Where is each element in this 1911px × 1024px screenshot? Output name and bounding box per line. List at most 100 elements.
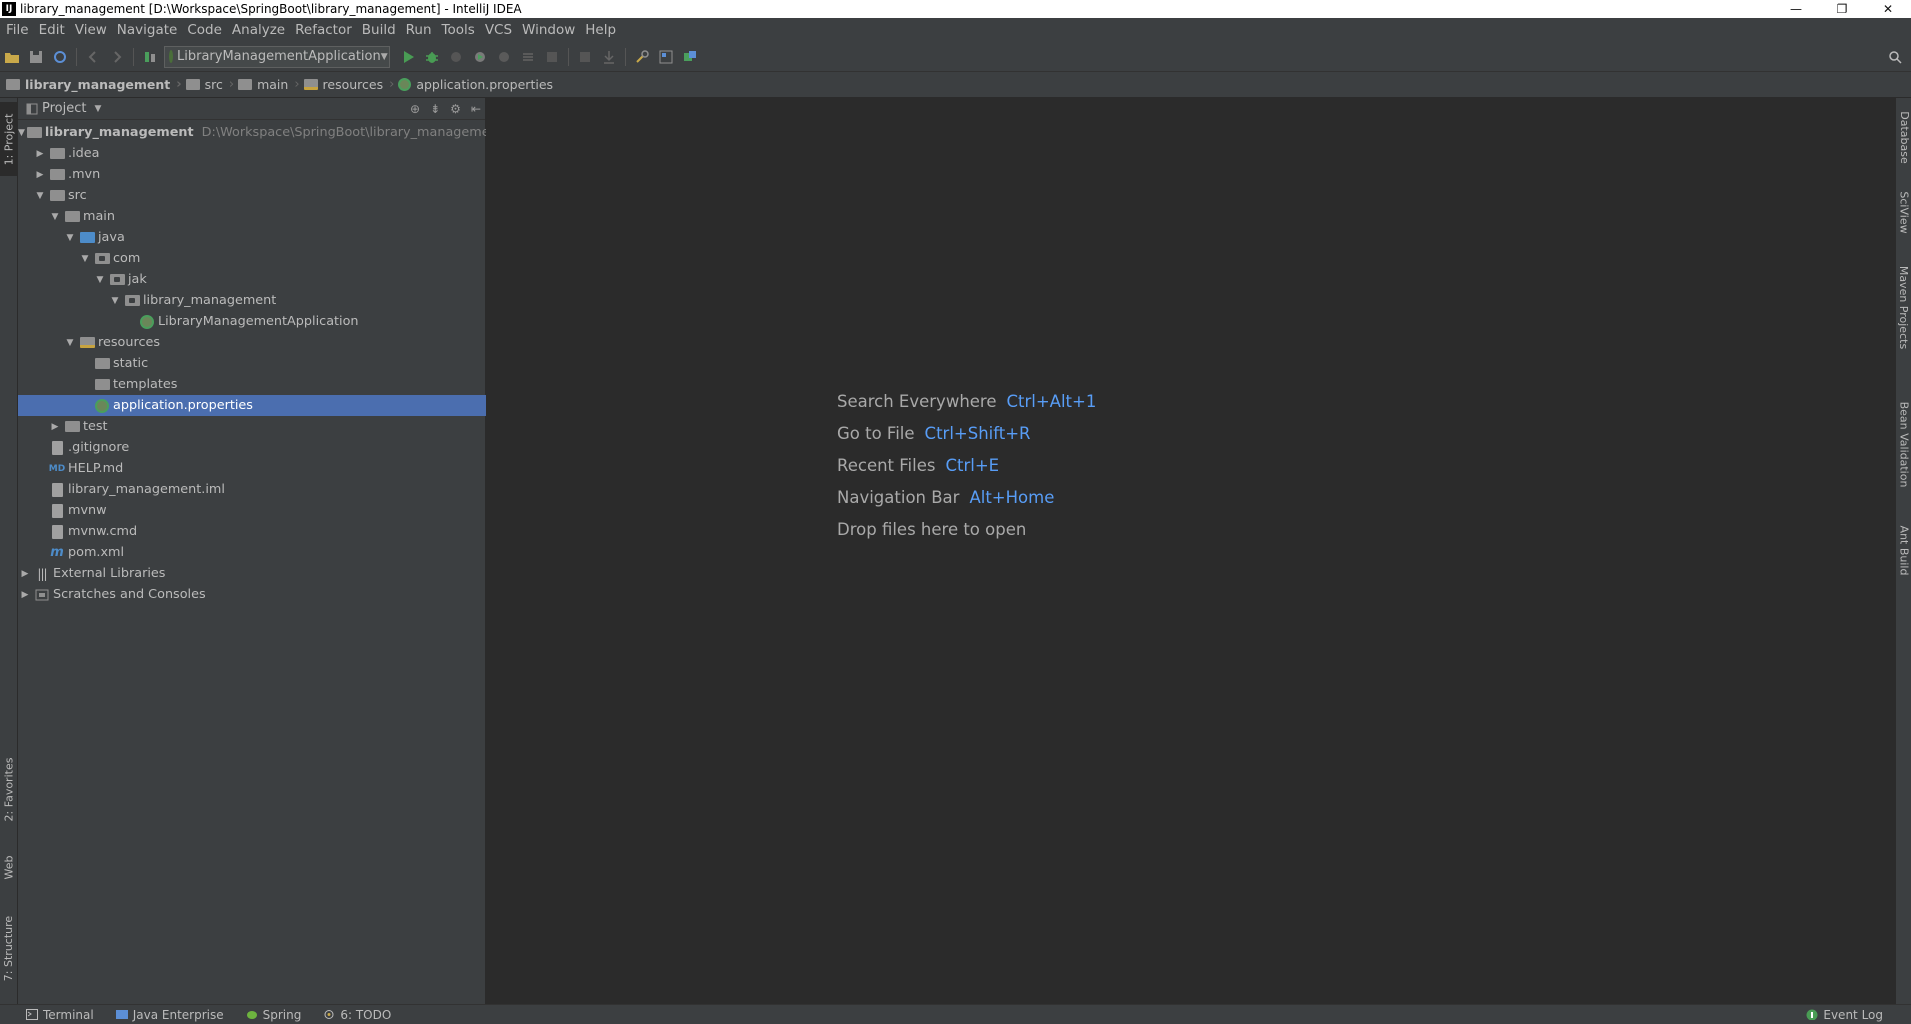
rerun-icon[interactable] bbox=[519, 48, 537, 66]
tree-item-jak[interactable]: ▼ jak bbox=[18, 269, 486, 290]
menu-build[interactable]: Build bbox=[358, 22, 402, 38]
tab-java-enterprise[interactable]: Java Enterprise bbox=[115, 1008, 224, 1022]
expanded-arrow-icon[interactable]: ▼ bbox=[18, 128, 25, 138]
menu-vcs[interactable]: VCS bbox=[481, 22, 518, 38]
menu-run[interactable]: Run bbox=[402, 22, 438, 38]
breadcrumb-resources[interactable]: resources › bbox=[303, 77, 394, 92]
sdk-icon[interactable] bbox=[681, 48, 699, 66]
tree-item-static[interactable]: static bbox=[18, 353, 486, 374]
tree-item-mvnw[interactable]: mvnw bbox=[18, 500, 486, 521]
project-panel-title[interactable]: Project bbox=[42, 101, 86, 116]
tree-item-test[interactable]: ▶ test bbox=[18, 416, 486, 437]
run-with-coverage-icon[interactable] bbox=[447, 48, 465, 66]
gear-icon[interactable]: ⚙ bbox=[450, 102, 461, 116]
tab-bean-validation[interactable]: Bean Validation bbox=[1896, 392, 1911, 496]
profile-icon[interactable] bbox=[471, 48, 489, 66]
event-log-button[interactable]: Event Log bbox=[1806, 1008, 1883, 1022]
tree-item-java[interactable]: ▼ java bbox=[18, 227, 486, 248]
expanded-arrow-icon[interactable]: ▼ bbox=[93, 275, 107, 285]
tree-item-src[interactable]: ▼ src bbox=[18, 185, 486, 206]
close-button[interactable]: ✕ bbox=[1865, 0, 1911, 18]
restore-button[interactable]: ❐ bbox=[1819, 0, 1865, 18]
tree-item-library-management-root[interactable]: ▼ library_management D:\Workspace\Spring… bbox=[18, 122, 503, 143]
tab-sciview[interactable]: SciView bbox=[1896, 184, 1911, 240]
tree-item-application-properties[interactable]: application.properties bbox=[18, 395, 486, 416]
tree-item-library-management-application[interactable]: LibraryManagementApplication bbox=[18, 311, 486, 332]
tab-todo[interactable]: 6: TODO bbox=[323, 1008, 391, 1022]
tree-item-idea[interactable]: ▶ .idea bbox=[18, 143, 486, 164]
run-configuration-select[interactable]: LibraryManagementApplication ▼ bbox=[164, 45, 390, 68]
attach-debugger-icon[interactable] bbox=[495, 48, 513, 66]
menu-navigate[interactable]: Navigate bbox=[113, 22, 184, 38]
collapse-all-icon[interactable]: ⇟ bbox=[430, 102, 440, 116]
expanded-arrow-icon[interactable]: ▼ bbox=[78, 254, 92, 264]
tab-spring[interactable]: Spring bbox=[246, 1008, 301, 1022]
tab-database[interactable]: Database bbox=[1896, 104, 1911, 170]
tab-favorites[interactable]: 2: Favorites bbox=[0, 750, 18, 828]
save-all-icon[interactable] bbox=[27, 48, 45, 66]
tree-item-help-md[interactable]: MD HELP.md bbox=[18, 458, 486, 479]
menu-tools[interactable]: Tools bbox=[438, 22, 481, 38]
menu-file[interactable]: File bbox=[2, 22, 35, 38]
download-icon[interactable] bbox=[600, 48, 618, 66]
menu-help[interactable]: Help bbox=[581, 22, 622, 38]
debug-icon[interactable] bbox=[423, 48, 441, 66]
collapsed-arrow-icon[interactable]: ▶ bbox=[18, 569, 32, 579]
breadcrumb-src[interactable]: src › bbox=[185, 77, 234, 92]
update-running-app-icon[interactable] bbox=[576, 48, 594, 66]
build-project-icon[interactable] bbox=[141, 48, 159, 66]
tree-item-pom-xml[interactable]: m pom.xml bbox=[18, 542, 486, 563]
tab-terminal[interactable]: Terminal bbox=[26, 1008, 94, 1022]
menu-analyze[interactable]: Analyze bbox=[228, 22, 291, 38]
tree-item-resources[interactable]: ▼ resources bbox=[18, 332, 486, 353]
run-icon[interactable] bbox=[399, 48, 417, 66]
project-structure-icon[interactable] bbox=[657, 48, 675, 66]
tree-item-mvnw-cmd[interactable]: mvnw.cmd bbox=[18, 521, 486, 542]
menu-edit[interactable]: Edit bbox=[35, 22, 71, 38]
stop-icon[interactable] bbox=[543, 48, 561, 66]
locate-target-icon[interactable]: ⊕ bbox=[410, 102, 420, 116]
editor-area[interactable]: Search Everywhere Ctrl+Alt+1 Go to File … bbox=[486, 98, 1895, 1004]
menu-window[interactable]: Window bbox=[518, 22, 581, 38]
menu-refactor[interactable]: Refactor bbox=[291, 22, 358, 38]
settings-wrench-icon[interactable] bbox=[633, 48, 651, 66]
tree-item-templates[interactable]: templates bbox=[18, 374, 486, 395]
search-icon[interactable] bbox=[1886, 48, 1904, 66]
expanded-arrow-icon[interactable]: ▼ bbox=[63, 338, 77, 348]
synchronize-icon[interactable] bbox=[51, 48, 69, 66]
tree-item-library-management-package[interactable]: ▼ library_management bbox=[18, 290, 486, 311]
tab-structure[interactable]: 7: Structure bbox=[0, 908, 18, 988]
collapsed-arrow-icon[interactable]: ▶ bbox=[33, 149, 47, 159]
tree-item-main[interactable]: ▼ main bbox=[18, 206, 486, 227]
chevron-down-icon[interactable]: ▼ bbox=[94, 104, 101, 114]
expanded-arrow-icon[interactable]: ▼ bbox=[48, 212, 62, 222]
open-folder-icon[interactable] bbox=[3, 48, 21, 66]
hide-panel-icon[interactable]: ⇤ bbox=[471, 102, 481, 116]
tree-item-com[interactable]: ▼ com bbox=[18, 248, 486, 269]
tree-item-gitignore[interactable]: .gitignore bbox=[18, 437, 486, 458]
forward-arrow-icon[interactable] bbox=[108, 48, 126, 66]
main-toolbar: LibraryManagementApplication ▼ bbox=[0, 42, 1911, 72]
tree-item-scratches-and-consoles[interactable]: ▶ Scratches and Consoles bbox=[18, 584, 486, 605]
expanded-arrow-icon[interactable]: ▼ bbox=[63, 233, 77, 243]
collapsed-arrow-icon[interactable]: ▶ bbox=[33, 170, 47, 180]
breadcrumb-library-management[interactable]: library_management › bbox=[6, 77, 182, 92]
breadcrumb-application-properties[interactable]: application.properties bbox=[398, 77, 553, 92]
navigation-bar: library_management › src › main › resources… bbox=[0, 72, 1911, 98]
back-arrow-icon[interactable] bbox=[84, 48, 102, 66]
collapsed-arrow-icon[interactable]: ▶ bbox=[48, 422, 62, 432]
menu-view[interactable]: View bbox=[71, 22, 113, 38]
tab-maven-projects[interactable]: Maven Projects bbox=[1896, 258, 1911, 356]
menu-code[interactable]: Code bbox=[183, 22, 228, 38]
expanded-arrow-icon[interactable]: ▼ bbox=[108, 296, 122, 306]
tree-item-library-management-iml[interactable]: library_management.iml bbox=[18, 479, 486, 500]
tab-project[interactable]: 1: Project bbox=[0, 102, 18, 176]
tree-item-external-libraries[interactable]: ▶ ||| External Libraries bbox=[18, 563, 486, 584]
collapsed-arrow-icon[interactable]: ▶ bbox=[18, 590, 32, 600]
tab-web[interactable]: Web bbox=[0, 846, 18, 888]
tree-item-mvn[interactable]: ▶ .mvn bbox=[18, 164, 486, 185]
tab-ant-build[interactable]: Ant Build bbox=[1896, 516, 1911, 584]
breadcrumb-main[interactable]: main › bbox=[238, 77, 300, 92]
expanded-arrow-icon[interactable]: ▼ bbox=[33, 191, 47, 201]
minimize-button[interactable]: — bbox=[1773, 0, 1819, 18]
